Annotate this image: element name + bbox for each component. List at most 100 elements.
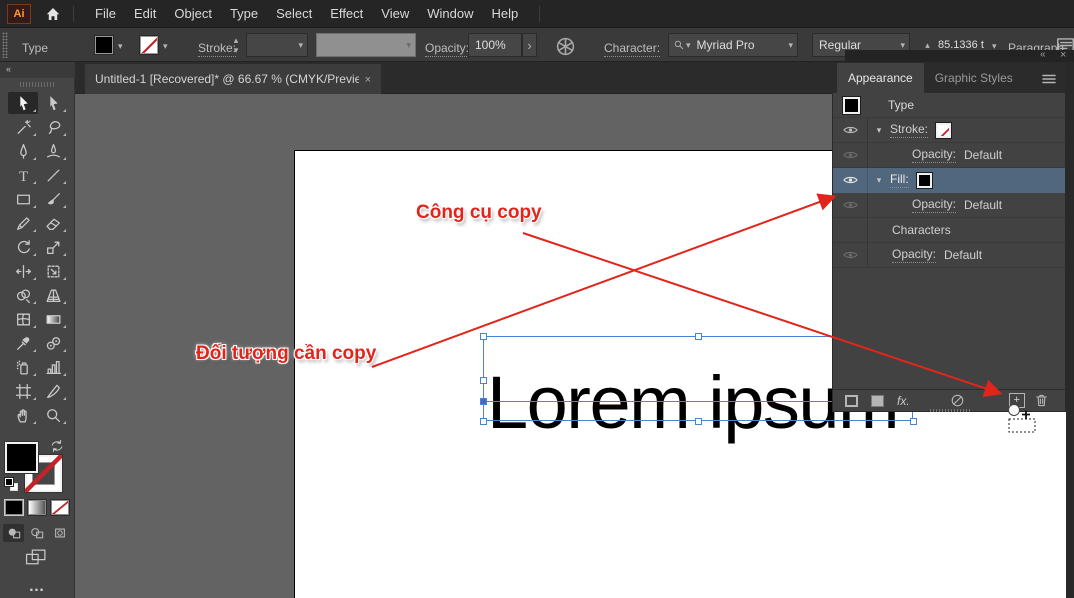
hand-tool[interactable] <box>8 404 38 426</box>
stroke-dropdown-chevron-icon[interactable] <box>163 42 168 51</box>
menu-help[interactable]: Help <box>482 6 527 21</box>
menu-object[interactable]: Object <box>165 6 221 21</box>
mesh-tool[interactable] <box>8 308 38 330</box>
width-tool[interactable] <box>8 260 38 282</box>
fill-color-swatch[interactable] <box>917 173 932 188</box>
appearance-row-characters[interactable]: Characters <box>833 218 1065 243</box>
opacity-chevron-button[interactable] <box>522 33 537 57</box>
recolor-artwork-icon[interactable] <box>555 36 576 57</box>
add-new-fill-icon[interactable] <box>871 395 884 407</box>
rotate-tool[interactable] <box>8 236 38 258</box>
appearance-row-type[interactable]: Type <box>833 93 1065 118</box>
rectangle-tool[interactable] <box>8 188 38 210</box>
selection-handle-top-left[interactable] <box>480 333 487 340</box>
text-anchor-point[interactable] <box>480 398 487 405</box>
close-document-icon[interactable] <box>365 72 371 86</box>
selection-handle-bottom-right[interactable] <box>910 418 917 425</box>
slice-tool[interactable] <box>38 380 68 402</box>
selection-tool[interactable] <box>8 92 38 114</box>
color-button[interactable] <box>5 500 23 515</box>
opacity-label[interactable]: Opacity: <box>425 41 469 57</box>
expand-chevron-icon[interactable] <box>868 176 890 185</box>
character-panel-label[interactable]: Character: <box>604 41 660 57</box>
home-icon[interactable] <box>45 6 61 22</box>
stroke-color-swatch[interactable] <box>140 36 158 54</box>
symbol-sprayer-tool[interactable] <box>8 356 38 378</box>
type-tool[interactable] <box>8 164 38 186</box>
menu-window[interactable]: Window <box>418 6 482 21</box>
visibility-eye-icon[interactable] <box>833 250 867 260</box>
gradient-button[interactable] <box>28 500 46 515</box>
curvature-tool[interactable] <box>38 140 68 162</box>
draw-inside-icon[interactable] <box>49 524 70 542</box>
fill-proxy-swatch[interactable] <box>5 442 38 473</box>
pen-tool[interactable] <box>8 140 38 162</box>
document-tab[interactable]: Untitled-1 [Recovered]* @ 66.67 % (CMYK/… <box>85 64 381 94</box>
menu-select[interactable]: Select <box>267 6 321 21</box>
menu-view[interactable]: View <box>372 6 418 21</box>
default-fill-stroke-icon[interactable] <box>5 478 19 492</box>
menu-file[interactable]: File <box>86 6 125 21</box>
edit-toolbar-more-icon[interactable] <box>0 578 75 596</box>
selection-handle-top-mid[interactable] <box>695 333 702 340</box>
shape-builder-tool[interactable] <box>8 284 38 306</box>
stroke-none-swatch[interactable] <box>936 123 951 138</box>
menu-effect[interactable]: Effect <box>321 6 372 21</box>
line-segment-tool[interactable] <box>38 164 68 186</box>
lasso-tool[interactable] <box>38 116 68 138</box>
visibility-eye-icon[interactable] <box>833 150 867 160</box>
scale-tool[interactable] <box>38 236 68 258</box>
shaper-tool[interactable] <box>8 212 38 234</box>
swap-fill-stroke-icon[interactable] <box>50 439 64 453</box>
draw-normal-icon[interactable] <box>3 524 24 542</box>
toolbar-collapse-icon[interactable] <box>0 62 75 78</box>
panel-grip[interactable] <box>2 32 8 58</box>
perspective-grid-tool[interactable] <box>38 284 68 306</box>
column-graph-tool[interactable] <box>38 356 68 378</box>
selection-handle-bottom-mid[interactable] <box>695 418 702 425</box>
font-family-dropdown[interactable]: Myriad Pro <box>668 33 798 57</box>
change-screen-mode-icon[interactable] <box>25 548 48 567</box>
paintbrush-tool[interactable] <box>38 188 68 210</box>
add-new-effect-button[interactable]: fx. <box>897 394 910 408</box>
toolbar-grip[interactable] <box>20 82 56 87</box>
selection-handle-mid-left[interactable] <box>480 377 487 384</box>
tab-graphic-styles[interactable]: Graphic Styles <box>924 63 1024 93</box>
appearance-row-fill-opacity[interactable]: Opacity:Default <box>833 193 1065 218</box>
menu-edit[interactable]: Edit <box>125 6 165 21</box>
close-panel-group-icon[interactable] <box>1060 49 1066 62</box>
direct-selection-tool[interactable] <box>38 92 68 114</box>
zoom-tool[interactable] <box>38 404 68 426</box>
panel-menu-icon[interactable] <box>1041 71 1057 87</box>
panel-resize-grip[interactable] <box>930 409 970 412</box>
artboard-tool[interactable] <box>8 380 38 402</box>
selection-handle-bottom-left[interactable] <box>480 418 487 425</box>
visibility-eye-icon[interactable] <box>833 125 867 135</box>
stroke-weight-dropdown[interactable] <box>246 33 308 57</box>
stroke-weight-stepper[interactable] <box>229 33 243 57</box>
visibility-eye-icon[interactable] <box>833 175 867 185</box>
tab-appearance[interactable]: Appearance <box>837 63 924 93</box>
fill-color-swatch[interactable] <box>95 36 113 54</box>
add-new-stroke-icon[interactable] <box>845 395 858 407</box>
variable-width-dropdown[interactable] <box>316 33 416 57</box>
appearance-row-stroke[interactable]: Stroke: <box>833 118 1065 143</box>
clear-appearance-icon[interactable] <box>950 393 965 408</box>
visibility-eye-icon[interactable] <box>833 200 867 210</box>
appearance-row-opacity[interactable]: Opacity:Default <box>833 243 1065 268</box>
none-button[interactable] <box>51 500 69 515</box>
magic-wand-tool[interactable] <box>8 116 38 138</box>
eraser-tool[interactable] <box>38 212 68 234</box>
eyedropper-tool[interactable] <box>8 332 38 354</box>
opacity-input[interactable]: 100% <box>468 33 522 57</box>
appearance-row-stroke-opacity[interactable]: Opacity:Default <box>833 143 1065 168</box>
delete-selected-item-icon[interactable] <box>1034 393 1049 408</box>
illustrator-logo[interactable]: Ai <box>7 4 31 24</box>
fill-dropdown-chevron-icon[interactable] <box>118 42 123 51</box>
free-transform-tool[interactable] <box>38 260 68 282</box>
collapse-panels-icon[interactable] <box>1040 49 1046 61</box>
expand-chevron-icon[interactable] <box>868 126 890 135</box>
gradient-tool[interactable] <box>38 308 68 330</box>
appearance-row-fill-selected[interactable]: Fill: <box>833 168 1065 193</box>
blend-tool[interactable] <box>38 332 68 354</box>
